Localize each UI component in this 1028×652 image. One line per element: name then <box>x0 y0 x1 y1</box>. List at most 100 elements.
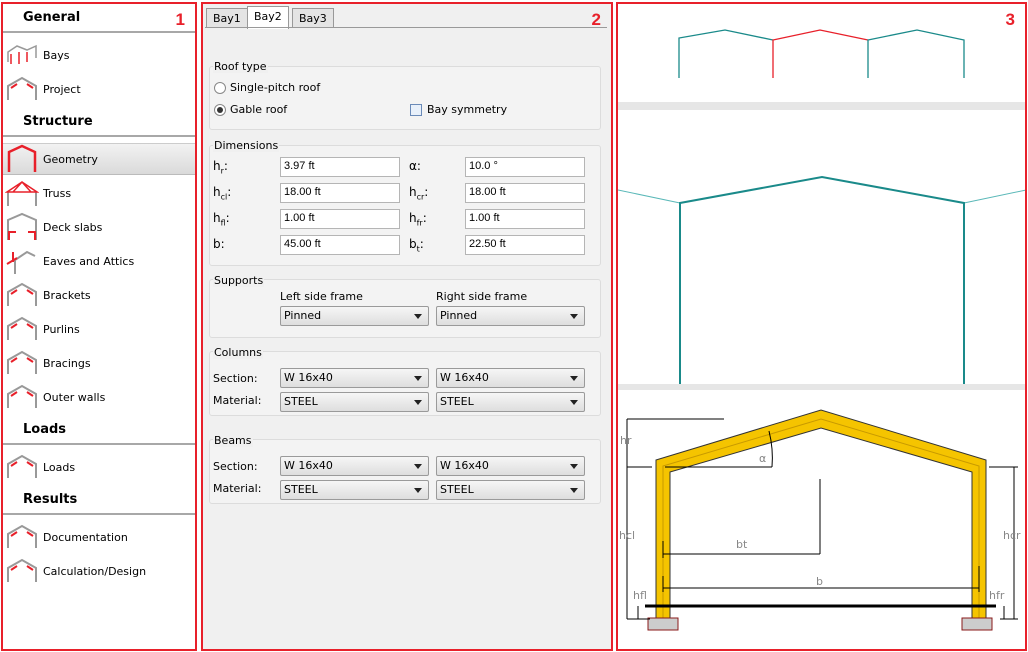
sidebar-item-eaves-and-attics[interactable]: Eaves and Attics <box>3 245 195 277</box>
hfl-label: hfl <box>633 589 647 602</box>
sidebar-item-label: Bracings <box>43 356 91 370</box>
sidebar-item-label: Brackets <box>43 288 91 302</box>
view-splitter[interactable] <box>618 384 1025 390</box>
sidebar-item-label: Geometry <box>43 152 98 166</box>
b-label: b: <box>213 237 225 251</box>
bay-overview-view[interactable] <box>678 29 965 78</box>
sidebar-item-label: Bays <box>43 48 70 62</box>
view-splitter[interactable] <box>618 102 1025 110</box>
hcr-input[interactable]: 18.00 ft <box>465 183 585 203</box>
brackets-icon <box>7 282 37 306</box>
b-label: b <box>816 575 823 588</box>
eaves-icon <box>6 250 36 274</box>
sidebar-item-outer-walls[interactable]: Outer walls <box>3 381 195 413</box>
navigation-panel: 1 General Bays Project Structure Geometry Tru… <box>1 2 197 651</box>
hr-label: hr: <box>213 159 228 176</box>
beams-material-left-select[interactable]: STEEL <box>280 480 429 500</box>
hcl-label: hcl <box>619 529 635 542</box>
hr-input[interactable]: 3.97 ft <box>280 157 400 177</box>
sidebar-item-label: Deck slabs <box>43 220 103 234</box>
bt-input[interactable]: 22.50 ft <box>465 235 585 255</box>
left-support-select[interactable]: Pinned <box>280 306 429 326</box>
sidebar-item-label: Project <box>43 82 81 96</box>
beams-section-left-select[interactable]: W 16x40 <box>280 456 429 476</box>
right-frame-label: Right side frame <box>436 290 528 303</box>
project-icon <box>7 76 37 100</box>
beams-material-right-select[interactable]: STEEL <box>436 480 585 500</box>
columns-material-left-select[interactable]: STEEL <box>280 392 429 412</box>
calculation-icon <box>7 558 37 582</box>
single-pitch-label: Single-pitch roof <box>230 81 321 94</box>
hfr-label: hfr <box>989 589 1005 602</box>
purlins-icon <box>7 316 37 340</box>
hcl-input[interactable]: 18.00 ft <box>280 183 400 203</box>
bt-label: bt <box>736 538 748 551</box>
group-title: Beams <box>213 434 253 447</box>
bay-symmetry-checkbox[interactable] <box>410 104 422 116</box>
sidebar-item-bays[interactable]: Bays <box>3 39 195 71</box>
sidebar-item-purlins[interactable]: Purlins <box>3 313 195 345</box>
b-input[interactable]: 45.00 ft <box>280 235 400 255</box>
properties-panel: 2 Bay1 Bay2 Bay3 Roof type Single-pitch … <box>201 2 613 651</box>
sidebar-item-project[interactable]: Project <box>3 73 195 105</box>
right-support-select[interactable]: Pinned <box>436 306 585 326</box>
hr-label: hr <box>620 434 632 447</box>
sidebar-item-calculation-design[interactable]: Calculation/Design <box>3 555 195 587</box>
group-title: Dimensions <box>213 139 280 152</box>
documentation-icon <box>7 524 37 548</box>
section-structure: Structure <box>3 111 195 137</box>
geometry-icon <box>7 144 37 172</box>
columns-material-label: Material: <box>213 394 262 407</box>
tab-bay1[interactable]: Bay1 <box>206 8 248 28</box>
outer-walls-icon <box>7 384 37 408</box>
beams-section-label: Section: <box>213 460 258 473</box>
hfr-input[interactable]: 1.00 ft <box>465 209 585 229</box>
columns-section-left-select[interactable]: W 16x40 <box>280 368 429 388</box>
section-loads: Loads <box>3 419 195 445</box>
frame-3d-view[interactable] <box>618 175 1025 385</box>
gable-roof-label: Gable roof <box>230 103 288 116</box>
sidebar-item-brackets[interactable]: Brackets <box>3 279 195 311</box>
tab-divider <box>205 27 607 28</box>
tab-bay3[interactable]: Bay3 <box>292 8 334 28</box>
alpha-label: α <box>759 452 766 465</box>
sidebar-item-geometry[interactable]: Geometry <box>3 143 195 175</box>
hfl-input[interactable]: 1.00 ft <box>280 209 400 229</box>
roof-type-group <box>209 66 601 130</box>
alpha-input[interactable]: 10.0 ° <box>465 157 585 177</box>
sidebar-item-label: Truss <box>43 186 72 200</box>
sidebar-item-bracings[interactable]: Bracings <box>3 347 195 379</box>
hcr-label: hcr <box>1003 529 1021 542</box>
group-title: Supports <box>213 274 265 287</box>
columns-section-right-select[interactable]: W 16x40 <box>436 368 585 388</box>
bay-symmetry-label: Bay symmetry <box>427 103 508 116</box>
truss-icon <box>5 180 39 206</box>
sidebar-item-truss[interactable]: Truss <box>3 177 195 209</box>
group-title: Columns <box>213 346 263 359</box>
single-pitch-radio[interactable] <box>214 82 226 94</box>
columns-material-right-select[interactable]: STEEL <box>436 392 585 412</box>
bays-icon <box>7 44 37 64</box>
graphics-panel: 3 hr α hcl hcr bt b hfl hfr <box>616 2 1027 651</box>
beams-section-right-select[interactable]: W 16x40 <box>436 456 585 476</box>
bt-label: bt: <box>409 237 424 254</box>
gable-roof-radio[interactable] <box>214 104 226 116</box>
section-results: Results <box>3 489 195 515</box>
sidebar-item-documentation[interactable]: Documentation <box>3 521 195 553</box>
sidebar-item-label: Eaves and Attics <box>43 254 135 268</box>
sidebar-item-loads[interactable]: Loads <box>3 451 195 483</box>
sidebar-item-label: Loads <box>43 460 76 474</box>
left-frame-label: Left side frame <box>280 290 363 303</box>
deck-slabs-icon <box>7 212 37 240</box>
alpha-label: α: <box>409 159 421 173</box>
section-general: General <box>3 7 195 33</box>
columns-section-label: Section: <box>213 372 258 385</box>
hcl-label: hcl: <box>213 185 232 202</box>
bracings-icon <box>7 350 37 374</box>
hfl-label: hfl: <box>213 211 230 228</box>
beams-material-label: Material: <box>213 482 262 495</box>
frame-dimension-diagram: hr α hcl hcr bt b hfl hfr <box>619 409 1021 631</box>
hcr-label: hcr: <box>409 185 429 202</box>
tab-bay2[interactable]: Bay2 <box>247 6 289 29</box>
sidebar-item-deck-slabs[interactable]: Deck slabs <box>3 211 195 243</box>
